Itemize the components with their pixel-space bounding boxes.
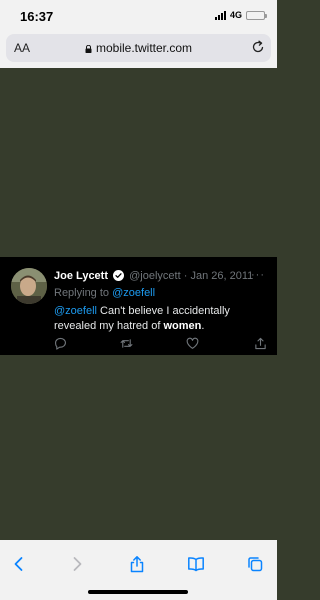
bookmarks-icon[interactable] bbox=[187, 555, 205, 573]
url-text: mobile.twitter.com bbox=[95, 41, 193, 55]
forward-icon[interactable] bbox=[68, 555, 86, 573]
status-time: 16:37 bbox=[20, 9, 54, 24]
avatar[interactable] bbox=[11, 268, 47, 304]
home-indicator bbox=[88, 590, 188, 594]
share-icon[interactable] bbox=[254, 337, 267, 350]
tweet-actions bbox=[54, 337, 269, 351]
tweet-date[interactable]: Jan 26, 2011 bbox=[190, 270, 253, 282]
browser-address-area: AA mobile.twitter.com bbox=[0, 32, 277, 68]
reply-icon[interactable] bbox=[54, 337, 67, 350]
meta-separator: · bbox=[183, 270, 188, 282]
address-bar[interactable]: AA mobile.twitter.com bbox=[6, 34, 271, 62]
replying-to: Replying to @zoefell bbox=[54, 287, 155, 299]
more-options-button[interactable]: ··· bbox=[251, 269, 265, 281]
mention-link[interactable]: @zoefell bbox=[54, 305, 97, 317]
tabs-icon[interactable] bbox=[246, 555, 264, 573]
tweet-text: @zoefell Can't believe I accidentally re… bbox=[54, 304, 269, 334]
like-icon[interactable] bbox=[186, 337, 199, 350]
url-field[interactable]: mobile.twitter.com bbox=[6, 41, 271, 55]
replying-prefix: Replying to bbox=[54, 287, 110, 299]
status-indicators: 4G bbox=[214, 10, 267, 20]
embedded-tweet[interactable]: Joe Lycett @joelycett · Jan 26, 2011 ···… bbox=[0, 257, 277, 355]
network-type: 4G bbox=[229, 10, 242, 20]
author-handle[interactable]: @joelycett bbox=[129, 270, 181, 282]
reload-icon[interactable] bbox=[251, 40, 265, 54]
tweet-header: Joe Lycett @joelycett · Jan 26, 2011 bbox=[54, 270, 253, 282]
verified-icon bbox=[113, 270, 125, 281]
tweet-bold-word: women bbox=[163, 320, 202, 332]
status-bar: 16:37 4G bbox=[0, 0, 277, 32]
retweet-icon[interactable] bbox=[120, 337, 133, 350]
signal-icon bbox=[214, 10, 226, 20]
author-name[interactable]: Joe Lycett bbox=[54, 270, 108, 282]
tweet-end: . bbox=[201, 320, 205, 332]
lock-icon bbox=[85, 45, 92, 53]
share-sheet-icon[interactable] bbox=[128, 555, 146, 573]
replying-to-link[interactable]: @zoefell bbox=[112, 287, 155, 299]
battery-icon bbox=[246, 10, 267, 20]
back-icon[interactable] bbox=[10, 555, 28, 573]
